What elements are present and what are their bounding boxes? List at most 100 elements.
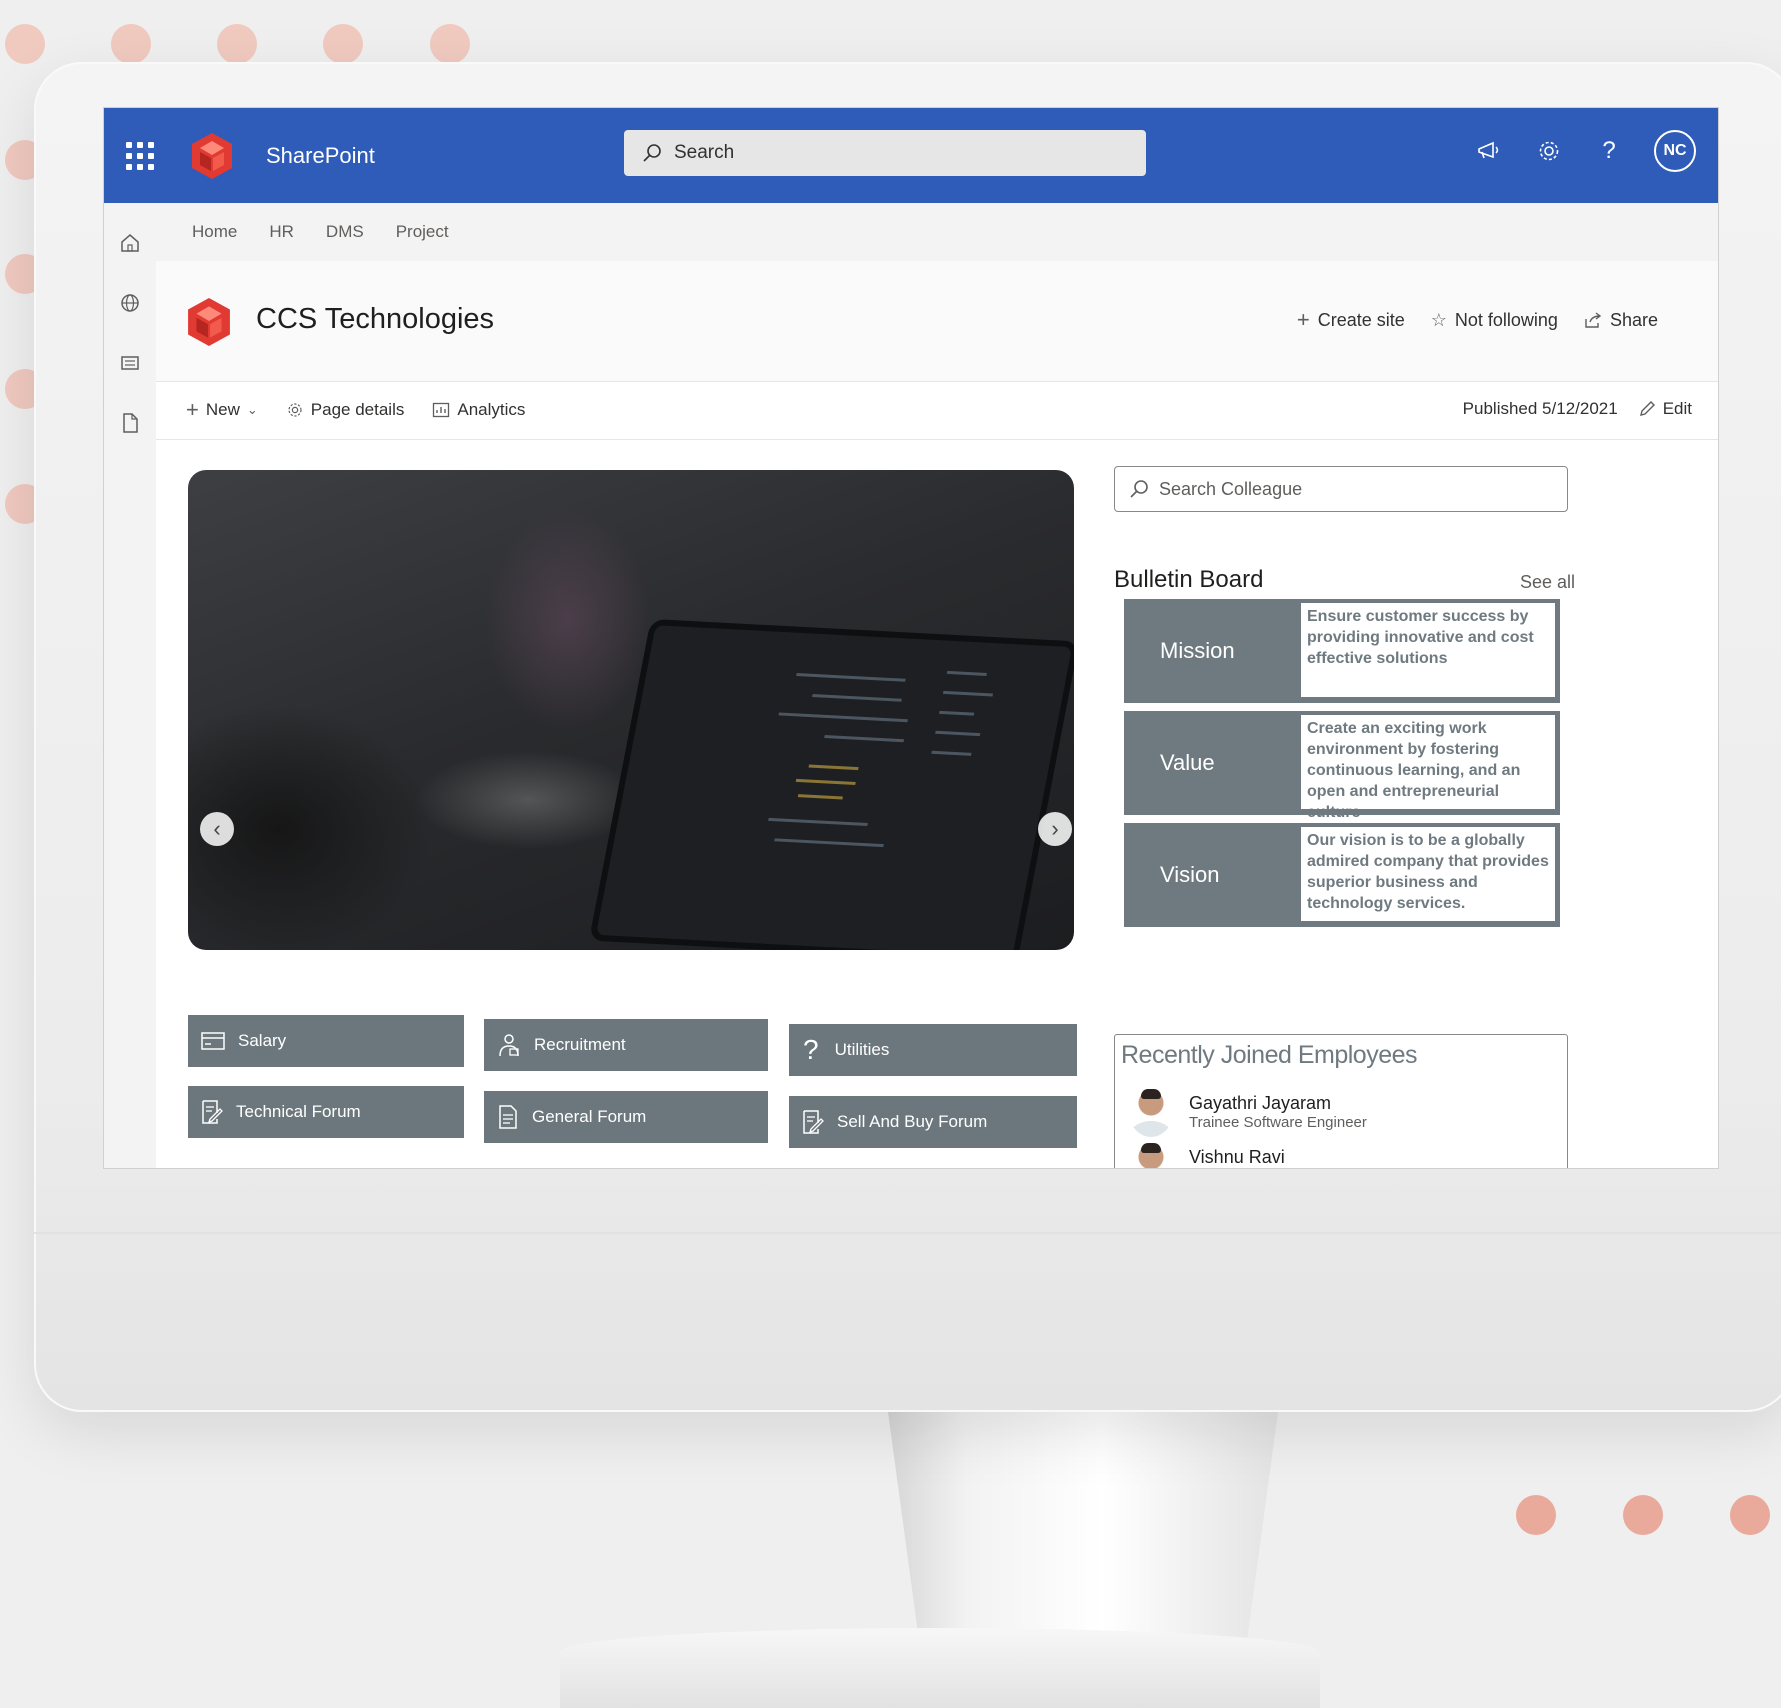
hub-navigation: Home HR DMS Project bbox=[156, 203, 1718, 261]
card-icon bbox=[201, 1032, 225, 1050]
bulletin-board-title: Bulletin Board bbox=[1114, 566, 1264, 593]
recently-joined-title: Recently Joined Employees bbox=[1121, 1041, 1418, 1069]
page-details-button[interactable]: Page details bbox=[286, 400, 405, 420]
nav-dms[interactable]: DMS bbox=[326, 222, 364, 242]
forum-icon bbox=[803, 1110, 824, 1134]
bulletin-item-label: Mission bbox=[1160, 638, 1235, 663]
star-icon: ☆ bbox=[1430, 309, 1447, 330]
analytics-button[interactable]: Analytics bbox=[432, 400, 525, 420]
follow-button[interactable]: ☆ Not following bbox=[1431, 307, 1558, 333]
new-label: New bbox=[205, 400, 240, 419]
analytics-label: Analytics bbox=[457, 400, 526, 419]
news-icon[interactable] bbox=[118, 351, 142, 375]
published-status: Published 5/12/2021 bbox=[1462, 399, 1618, 418]
document-icon bbox=[499, 1105, 517, 1129]
employee-item[interactable]: Gayathri Jayaram Trainee Software Engine… bbox=[1129, 1087, 1367, 1137]
pencil-icon bbox=[1639, 401, 1655, 416]
bulletin-item-label: Vision bbox=[1160, 862, 1220, 887]
quick-link-label: Sell And Buy Forum bbox=[837, 1112, 988, 1131]
bulletin-item-value: Value Create an exciting work environmen… bbox=[1124, 711, 1560, 821]
follow-label: Not following bbox=[1454, 309, 1558, 330]
see-all-link[interactable]: See all bbox=[1520, 572, 1575, 593]
home-icon[interactable] bbox=[118, 231, 142, 255]
help-icon[interactable]: ? bbox=[1594, 136, 1624, 166]
quick-link-technical-forum[interactable]: Technical Forum bbox=[188, 1086, 464, 1138]
megaphone-icon[interactable] bbox=[1474, 136, 1504, 166]
hero-laptop-photo bbox=[588, 618, 1074, 950]
people-icon bbox=[499, 1034, 519, 1057]
gear-icon bbox=[288, 403, 302, 417]
site-header: CCS Technologies + Create site ☆ Not fol… bbox=[156, 261, 1718, 382]
hero-carousel-image bbox=[188, 470, 1074, 950]
decor-dot bbox=[1623, 1495, 1663, 1535]
decor-dot bbox=[5, 24, 45, 64]
bulletin-item-text: Ensure customer success by providing inn… bbox=[1300, 602, 1556, 698]
decor-dot bbox=[430, 24, 470, 64]
employee-item[interactable]: Vishnu Ravi Trainee Software Engineer bbox=[1129, 1141, 1367, 1168]
monitor-stand-base bbox=[560, 1628, 1320, 1708]
employee-role: Trainee Software Engineer bbox=[1189, 1114, 1367, 1131]
bulletin-item-text: Create an exciting work environment by f… bbox=[1300, 714, 1556, 821]
chevron-right-icon: › bbox=[1051, 816, 1059, 841]
quick-link-recruitment[interactable]: Recruitment bbox=[484, 1019, 768, 1071]
quick-link-salary[interactable]: Salary bbox=[188, 1015, 464, 1067]
globe-icon[interactable] bbox=[118, 291, 142, 315]
company-logo-icon bbox=[192, 132, 232, 179]
document-icon[interactable] bbox=[118, 411, 142, 435]
new-button[interactable]: + New ⌄ bbox=[186, 397, 258, 423]
global-search-box[interactable]: Search bbox=[624, 130, 1146, 176]
create-site-button[interactable]: + Create site bbox=[1297, 307, 1405, 333]
bulletin-item-label: Value bbox=[1160, 750, 1215, 775]
edit-button[interactable]: Edit bbox=[1638, 399, 1692, 419]
decor-dot bbox=[323, 24, 363, 64]
carousel-next-button[interactable]: › bbox=[1038, 812, 1072, 846]
quick-link-label: Utilities bbox=[834, 1040, 890, 1059]
site-logo-icon bbox=[188, 297, 230, 347]
quick-link-general-forum[interactable]: General Forum bbox=[484, 1091, 768, 1143]
decor-dot bbox=[1730, 1495, 1770, 1535]
forum-icon bbox=[202, 1100, 223, 1124]
question-icon: ? bbox=[803, 1034, 819, 1065]
user-avatar[interactable]: NC bbox=[1654, 130, 1696, 172]
search-icon bbox=[643, 144, 661, 162]
monitor-chin-divider bbox=[34, 1232, 1781, 1234]
nav-hr[interactable]: HR bbox=[269, 222, 294, 242]
global-search-placeholder: Search bbox=[674, 142, 735, 163]
nav-home[interactable]: Home bbox=[192, 222, 237, 242]
analytics-icon bbox=[433, 402, 450, 418]
quick-link-label: Salary bbox=[238, 1031, 287, 1050]
employee-name: Vishnu Ravi bbox=[1189, 1147, 1285, 1167]
share-button[interactable]: Share bbox=[1584, 307, 1658, 333]
app-launcher-icon[interactable] bbox=[116, 132, 164, 180]
bulletin-item-text: Our vision is to be a globally admired c… bbox=[1300, 826, 1556, 922]
chevron-left-icon: ‹ bbox=[213, 816, 221, 841]
plus-icon: + bbox=[186, 397, 199, 422]
carousel-prev-button[interactable]: ‹ bbox=[200, 812, 234, 846]
left-rail bbox=[104, 203, 156, 1168]
monitor-stand bbox=[888, 1412, 1278, 1642]
quick-link-label: Recruitment bbox=[534, 1035, 626, 1054]
page-details-label: Page details bbox=[310, 400, 405, 419]
quick-link-sell-and-buy-forum[interactable]: Sell And Buy Forum bbox=[789, 1096, 1077, 1148]
bulletin-item-vision: Vision Our vision is to be a globally ad… bbox=[1124, 823, 1560, 927]
gear-icon[interactable] bbox=[1534, 136, 1564, 166]
decor-dot bbox=[111, 24, 151, 64]
search-colleague-input[interactable]: Search Colleague bbox=[1114, 466, 1568, 512]
quick-link-label: General Forum bbox=[532, 1107, 647, 1126]
search-icon bbox=[1130, 480, 1148, 498]
share-label: Share bbox=[1609, 309, 1658, 330]
create-site-label: Create site bbox=[1317, 309, 1405, 330]
employee-photo bbox=[1129, 1141, 1173, 1168]
suite-bar: SharePoint Search ? NC bbox=[104, 108, 1718, 203]
share-icon bbox=[1585, 312, 1602, 328]
edit-label: Edit bbox=[1662, 399, 1692, 418]
quick-link-utilities[interactable]: ? Utilities bbox=[789, 1024, 1077, 1076]
nav-project[interactable]: Project bbox=[396, 222, 449, 242]
chevron-down-icon: ⌄ bbox=[246, 402, 258, 417]
decor-dot bbox=[1516, 1495, 1556, 1535]
plus-icon: + bbox=[1296, 307, 1310, 332]
quick-link-label: Technical Forum bbox=[236, 1102, 361, 1121]
page-command-bar: + New ⌄ Page details Analytics Published… bbox=[156, 381, 1718, 440]
app-name[interactable]: SharePoint bbox=[266, 143, 375, 169]
search-colleague-placeholder: Search Colleague bbox=[1159, 478, 1303, 499]
